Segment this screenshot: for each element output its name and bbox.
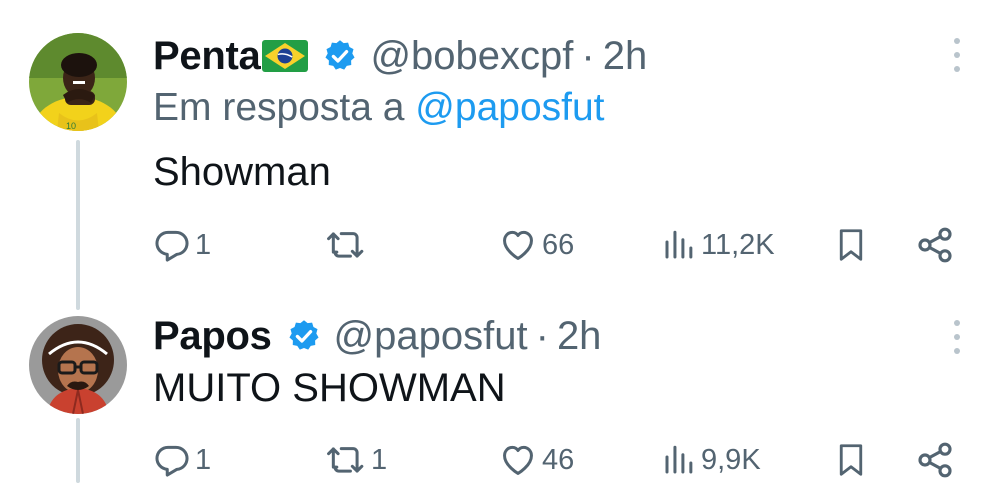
share-icon xyxy=(918,227,952,263)
tweet-text: Showman xyxy=(153,150,331,194)
bookmark-button[interactable] xyxy=(833,220,869,270)
reply-prefix: Em resposta a xyxy=(153,86,405,129)
tweet-actions: 1 66 11,2K xyxy=(153,220,958,270)
bookmark-icon xyxy=(839,229,863,261)
share-icon xyxy=(918,442,952,478)
bookmark-button[interactable] xyxy=(833,435,869,483)
retweet-icon xyxy=(327,232,364,258)
reply-context: Em resposta a @paposfut xyxy=(153,86,605,130)
timestamp[interactable]: 2h xyxy=(557,314,602,359)
like-button[interactable]: 66 xyxy=(498,220,574,270)
tweet[interactable]: 10 Penta @bobexcpf · 2h Em resposta a @p… xyxy=(0,0,1000,300)
separator-dot: · xyxy=(535,313,549,358)
author-handle[interactable]: @bobexcpf xyxy=(370,34,573,79)
author-handle[interactable]: @paposfut xyxy=(334,314,528,359)
like-button[interactable]: 46 xyxy=(498,435,574,483)
avatar[interactable]: 10 xyxy=(29,33,127,131)
like-icon xyxy=(503,445,533,475)
retweet-button[interactable] xyxy=(325,220,371,270)
retweet-count: 1 xyxy=(371,443,388,476)
share-button[interactable] xyxy=(915,220,955,270)
tweet-header: Penta @bobexcpf · 2h xyxy=(153,30,647,82)
more-icon[interactable] xyxy=(952,320,962,354)
views-count: 11,2K xyxy=(701,228,775,261)
reply-icon xyxy=(155,445,189,477)
like-count: 66 xyxy=(542,228,575,261)
verified-icon xyxy=(322,38,358,74)
reply-button[interactable]: 1 xyxy=(153,435,211,483)
views-button[interactable]: 11,2K xyxy=(661,220,775,270)
reply-count: 1 xyxy=(195,228,212,261)
reply-count: 1 xyxy=(195,443,212,476)
more-icon[interactable] xyxy=(952,38,962,72)
retweet-button[interactable]: 1 xyxy=(325,435,387,483)
avatar[interactable] xyxy=(29,316,127,414)
brazil-flag-icon xyxy=(262,40,309,72)
author-name[interactable]: Papos xyxy=(153,314,272,359)
share-button[interactable] xyxy=(915,435,955,483)
tweet-header: Papos @paposfut · 2h xyxy=(153,310,601,362)
retweet-icon xyxy=(327,447,364,473)
timestamp[interactable]: 2h xyxy=(603,34,648,79)
bookmark-icon xyxy=(839,444,863,476)
reply-button[interactable]: 1 xyxy=(153,220,211,270)
views-button[interactable]: 9,9K xyxy=(661,435,761,483)
tweet-actions: 1 1 46 9,9K xyxy=(153,435,958,483)
views-count: 9,9K xyxy=(701,443,761,476)
reply-mention-link[interactable]: @paposfut xyxy=(415,86,604,129)
tweet-text: MUITO SHOWMAN xyxy=(153,366,506,410)
views-icon xyxy=(665,230,693,259)
verified-icon xyxy=(286,318,322,354)
separator-dot: · xyxy=(581,33,595,78)
like-count: 46 xyxy=(542,443,575,476)
reply-icon xyxy=(155,230,189,262)
views-icon xyxy=(665,445,693,474)
like-icon xyxy=(503,230,533,260)
svg-text:10: 10 xyxy=(66,121,76,131)
tweet[interactable]: Papos @paposfut · 2h MUITO SHOWMAN 1 1 4… xyxy=(0,300,1000,483)
author-name[interactable]: Penta xyxy=(153,34,261,79)
